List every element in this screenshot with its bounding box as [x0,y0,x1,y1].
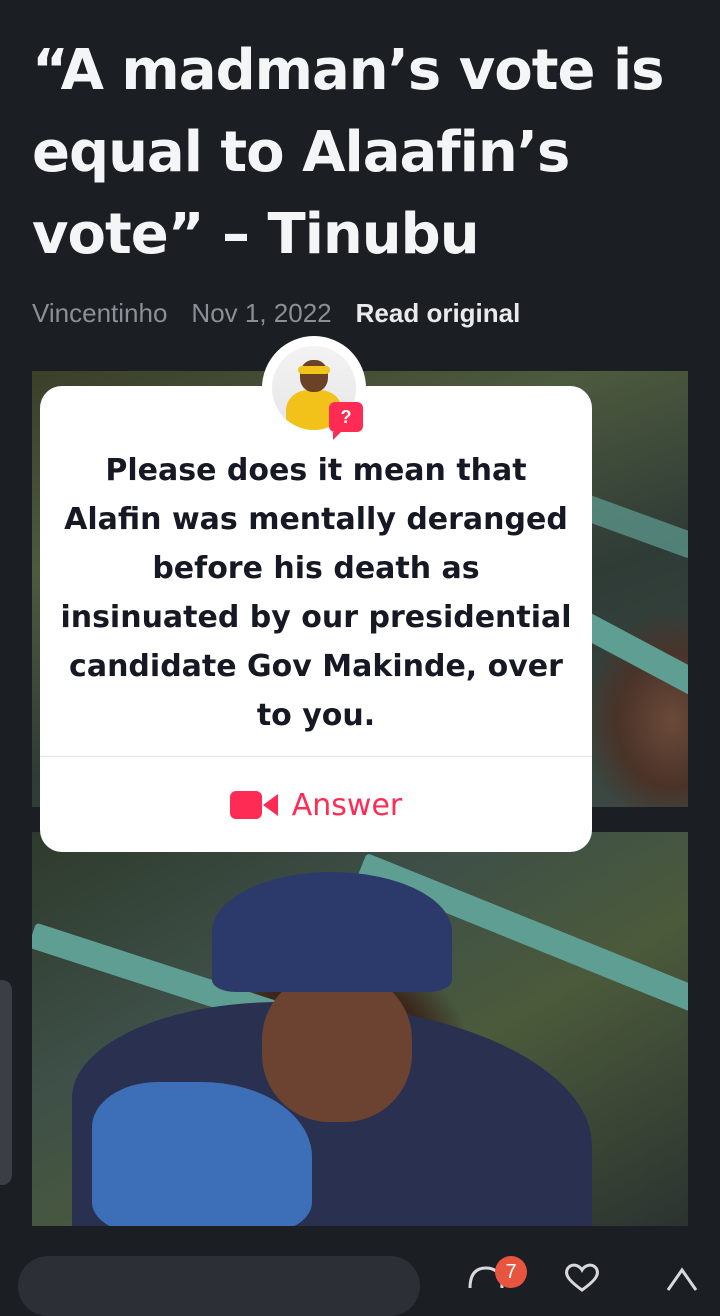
video-camera-icon [229,790,278,820]
notification-count-badge: 7 [495,1256,527,1288]
article-photo-bottom [32,832,688,1226]
publish-date: Nov 1, 2022 [191,298,332,328]
author-name[interactable]: Vincentinho [32,298,167,329]
side-scroll-handle[interactable] [0,980,12,1185]
card-divider [40,756,592,757]
answer-button[interactable]: Answer [40,764,592,846]
answer-label: Answer [291,787,403,823]
read-original-link[interactable]: Read original [356,298,521,329]
article-meta: Vincentinho Nov 1, 2022 Read original [32,298,520,329]
question-badge-icon: ? [329,402,363,440]
question-text: Please does it mean that Alafin was ment… [60,453,572,733]
comment-input[interactable] [18,1256,420,1316]
article-headline: “A madman’s vote is equal to Alaafin’s v… [32,38,665,267]
